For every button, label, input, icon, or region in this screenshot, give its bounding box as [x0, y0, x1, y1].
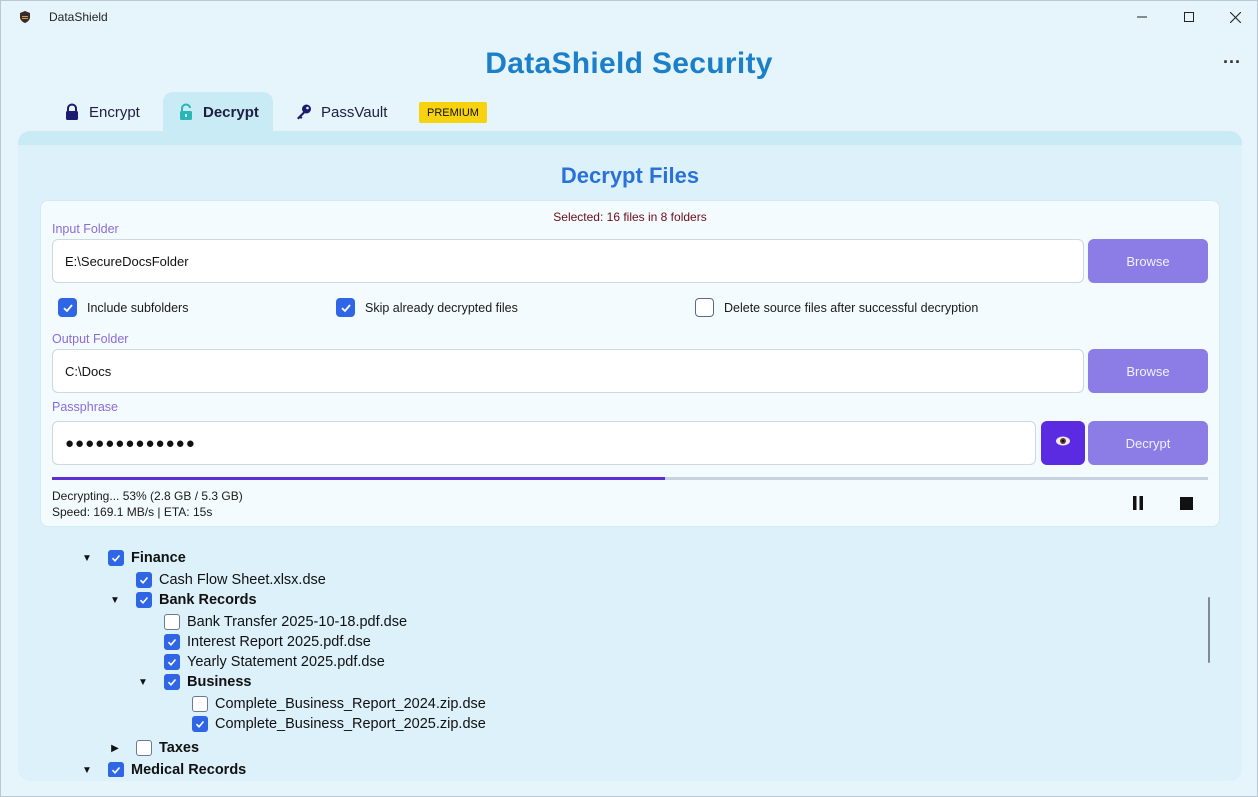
tab-passvault[interactable]: PassVault [281, 92, 401, 132]
expand-down-icon[interactable]: ▼ [137, 676, 149, 688]
tree-checkbox[interactable] [136, 740, 152, 756]
tree-folder[interactable]: ▼ Finance [82, 548, 186, 568]
skip-decrypted-label: Skip already decrypted files [365, 300, 518, 315]
tab-encrypt[interactable]: Encrypt [49, 92, 161, 132]
tab-decrypt[interactable]: Decrypt [163, 92, 273, 132]
tree-folder[interactable]: ▼ Business [138, 672, 252, 692]
tree-folder[interactable]: ▶ Taxes [111, 738, 200, 758]
skip-decrypted-checkbox[interactable] [336, 298, 355, 317]
tree-checkbox[interactable] [192, 716, 208, 732]
tree-item-label: Bank Transfer 2025-10-18.pdf.dse [187, 614, 408, 630]
tree-item-label: Taxes [159, 740, 200, 756]
progress-fill [52, 477, 665, 480]
tree-item-label: Bank Records [159, 592, 257, 608]
tree-checkbox[interactable] [164, 614, 180, 630]
tree-file[interactable]: Cash Flow Sheet.xlsx.dse [136, 570, 326, 590]
tree-checkbox[interactable] [192, 696, 208, 712]
output-folder-field[interactable]: C:\Docs [52, 349, 1084, 393]
include-subfolders-label: Include subfolders [87, 300, 189, 315]
passphrase-label: Passphrase [52, 400, 119, 414]
tab-passvault-label: PassVault [321, 103, 388, 121]
pause-button[interactable] [1126, 491, 1150, 515]
tree-file[interactable]: Yearly Statement 2025.pdf.dse [164, 652, 385, 672]
tree-checkbox[interactable] [108, 550, 124, 566]
tree-item-label: Complete_Business_Report_2024.zip.dse [215, 696, 486, 712]
tree-item-label: Finance [131, 550, 186, 566]
tree-file[interactable]: Complete_Business_Report_2025.zip.dse [192, 714, 486, 734]
window-title: DataShield [49, 10, 108, 24]
shield-logo-icon [18, 10, 32, 24]
expand-down-icon[interactable]: ▼ [81, 552, 93, 564]
file-tree: ▼ Finance Cash Flow Sheet.xlsx.dse ▼ Bank Re… [18, 545, 1218, 777]
progress-status: Decrypting... 53% (2.8 GB / 5.3 GB) [52, 489, 243, 503]
toggle-passphrase-button[interactable] [1041, 421, 1085, 465]
tree-checkbox[interactable] [136, 592, 152, 608]
title-bar: DataShield [1, 1, 1257, 33]
output-folder-label: Output Folder [52, 332, 129, 346]
delete-source-checkbox[interactable] [695, 298, 714, 317]
option-delete-source[interactable]: Delete source files after successful dec… [695, 298, 978, 317]
key-icon [295, 103, 313, 121]
progress-speed: Speed: 169.1 MB/s | ETA: 15s [52, 505, 213, 519]
option-include-subfolders[interactable]: Include subfolders [58, 298, 188, 317]
tree-file[interactable]: Complete_Business_Report_2024.zip.dse [192, 694, 486, 714]
option-skip-decrypted[interactable]: Skip already decrypted files [336, 298, 518, 317]
tree-item-label: Business [187, 674, 252, 690]
include-subfolders-checkbox[interactable] [58, 298, 77, 317]
passphrase-field[interactable]: ●●●●●●●●●●●●● [52, 421, 1036, 465]
tree-file[interactable]: Bank Transfer 2025-10-18.pdf.dse [164, 612, 407, 632]
unlock-icon [177, 103, 195, 121]
app-window: DataShield ... DataShield Security Encry… [0, 0, 1258, 797]
tree-item-label: Interest Report 2025.pdf.dse [187, 634, 371, 650]
tree-item-label: Yearly Statement 2025.pdf.dse [187, 654, 385, 670]
tab-encrypt-label: Encrypt [89, 103, 140, 121]
input-folder-field[interactable]: E:\SecureDocsFolder [52, 239, 1084, 283]
expand-down-icon[interactable]: ▼ [81, 764, 93, 776]
tree-item-label: Cash Flow Sheet.xlsx.dse [159, 572, 326, 588]
eye-icon [1055, 434, 1071, 452]
tree-checkbox[interactable] [164, 654, 180, 670]
delete-source-label: Delete source files after successful dec… [724, 300, 979, 315]
premium-badge[interactable]: PREMIUM [419, 102, 487, 123]
stop-icon [1179, 496, 1193, 510]
tree-file[interactable]: Interest Report 2025.pdf.dse [164, 632, 371, 652]
tree-checkbox[interactable] [108, 762, 124, 777]
tree-checkbox[interactable] [136, 572, 152, 588]
expand-right-icon[interactable]: ▶ [109, 742, 121, 754]
lock-icon [63, 103, 81, 121]
panel-title: Decrypt Files [560, 163, 700, 188]
decrypt-card: Selected: 16 files in 8 folders Input Fo… [40, 200, 1220, 527]
close-icon[interactable] [1212, 1, 1258, 33]
output-browse-button[interactable]: Browse [1088, 349, 1208, 393]
maximize-icon[interactable] [1166, 1, 1212, 33]
input-browse-button[interactable]: Browse [1088, 239, 1208, 283]
tree-checkbox[interactable] [164, 674, 180, 690]
pause-icon [1133, 496, 1143, 510]
progress-bar [52, 477, 1208, 480]
decrypt-panel: Decrypt Files Selected: 16 files in 8 fo… [18, 131, 1242, 781]
tree-folder[interactable]: ▼ Bank Records [110, 590, 257, 610]
minimize-icon[interactable] [1119, 1, 1165, 33]
tree-scrollbar[interactable] [1208, 597, 1210, 663]
selection-summary: Selected: 16 files in 8 folders [553, 210, 707, 224]
tab-decrypt-label: Decrypt [203, 103, 259, 121]
expand-down-icon[interactable]: ▼ [109, 594, 121, 606]
tree-item-label: Complete_Business_Report_2025.zip.dse [215, 716, 486, 732]
tree-checkbox[interactable] [164, 634, 180, 650]
tree-folder[interactable]: ▼ Medical Records [82, 760, 247, 777]
input-folder-label: Input Folder [52, 222, 119, 236]
decrypt-button[interactable]: Decrypt [1088, 421, 1208, 465]
stop-button[interactable] [1174, 491, 1198, 515]
app-heading: DataShield Security [485, 47, 773, 80]
tree-item-label: Medical Records [131, 762, 247, 777]
